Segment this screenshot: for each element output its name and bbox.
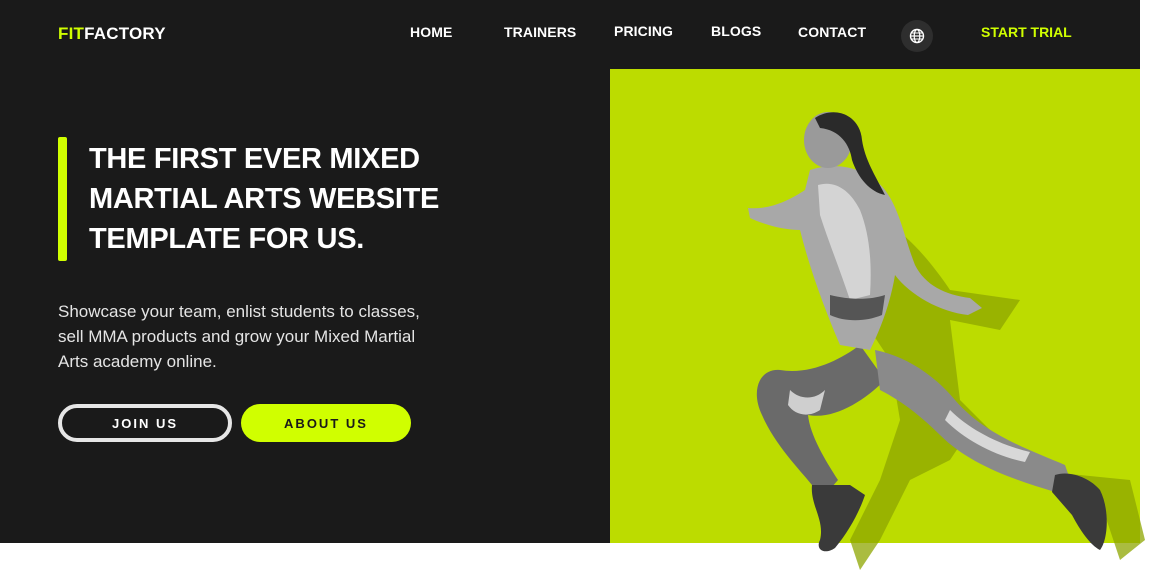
title-accent-bar	[58, 137, 67, 261]
running-athlete-image	[748, 112, 1145, 570]
language-button[interactable]	[901, 20, 933, 52]
hero-title: THE FIRST EVER MIXED MARTIAL ARTS WEBSIT…	[89, 143, 440, 255]
globe-icon	[909, 28, 925, 44]
site-logo[interactable]: FITFACTORY	[58, 24, 166, 44]
nav-link-trainers[interactable]: TRAINERS	[504, 24, 576, 40]
start-trial-link[interactable]: START TRIAL	[981, 24, 1072, 40]
about-us-button[interactable]: ABOUT US	[241, 404, 411, 442]
join-us-button[interactable]: JOIN US	[58, 404, 232, 442]
nav-link-contact[interactable]: CONTACT	[798, 24, 866, 40]
logo-accent-text: FIT	[58, 24, 85, 43]
logo-main-text: FACTORY	[84, 24, 166, 43]
nav-link-home[interactable]: HOME	[410, 24, 452, 40]
nav-link-blogs[interactable]: BLOGS	[711, 23, 761, 39]
nav-link-pricing[interactable]: PRICING	[614, 23, 673, 39]
hero-description: Showcase your team, enlist students to c…	[58, 302, 420, 371]
